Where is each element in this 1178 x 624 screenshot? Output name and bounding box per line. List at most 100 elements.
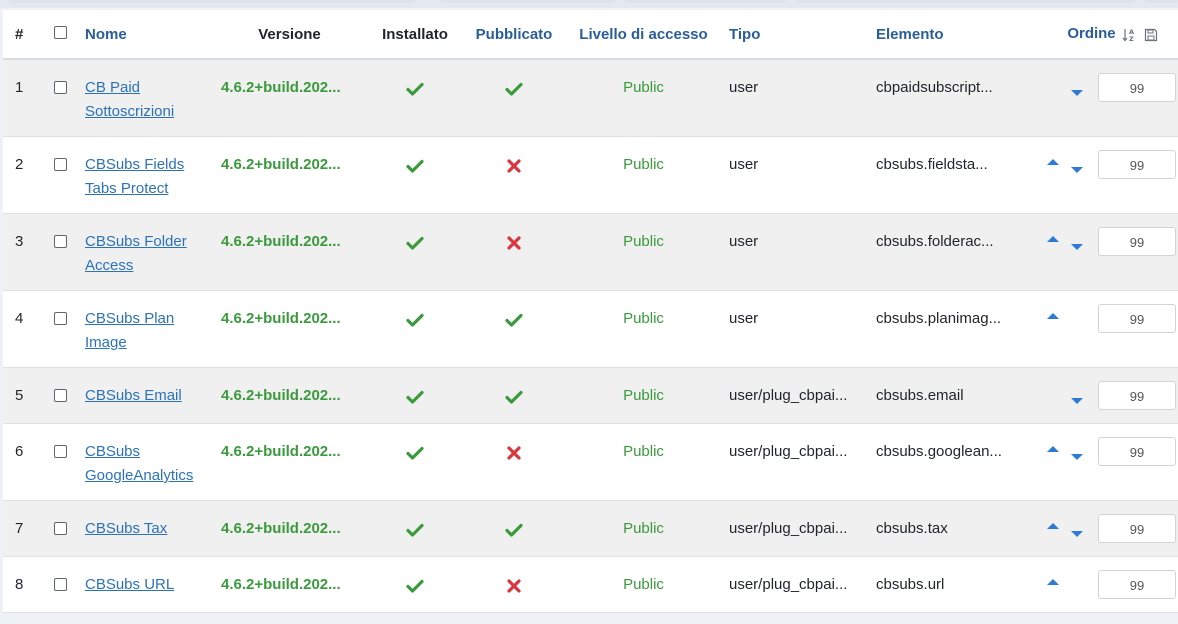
published-toggle[interactable] bbox=[470, 424, 558, 464]
sort-icon[interactable]: A Z bbox=[1122, 27, 1138, 43]
published-toggle[interactable] bbox=[470, 368, 558, 408]
order-input[interactable]: 99 bbox=[1098, 304, 1176, 333]
installed-status bbox=[360, 424, 470, 464]
row-number: 4 bbox=[15, 310, 24, 327]
move-down-icon[interactable] bbox=[1071, 531, 1083, 537]
top-toolbar-strip bbox=[0, 0, 1178, 8]
check-icon bbox=[406, 82, 424, 96]
plugin-type: user bbox=[729, 79, 759, 96]
row-checkbox[interactable] bbox=[54, 158, 67, 171]
check-icon bbox=[406, 523, 424, 537]
row-checkbox[interactable] bbox=[54, 445, 67, 458]
plugin-version: 4.6.2+build.202... bbox=[221, 576, 341, 593]
plugin-element: cbsubs.googlean... bbox=[876, 443, 1002, 460]
plugin-element: cbsubs.tax bbox=[876, 520, 948, 537]
plugins-table-panel: # Nome Versione Installato Pubblicato Li… bbox=[3, 10, 1178, 613]
installed-status bbox=[360, 137, 470, 177]
toolbar-tab bbox=[625, 0, 785, 3]
plugin-type: user/plug_cbpai... bbox=[729, 387, 848, 404]
plugin-name-link[interactable]: CB Paid Sottoscrizioni bbox=[85, 79, 174, 120]
col-header-version: Versione bbox=[219, 10, 360, 60]
published-toggle[interactable] bbox=[470, 557, 558, 597]
col-header-element[interactable]: Elemento bbox=[876, 10, 1023, 60]
published-check-icon[interactable] bbox=[504, 79, 524, 99]
row-checkbox[interactable] bbox=[54, 578, 67, 591]
unpublished-cross-icon[interactable] bbox=[504, 233, 524, 253]
row-checkbox[interactable] bbox=[54, 389, 67, 402]
row-checkbox[interactable] bbox=[54, 235, 67, 248]
plugins-table: # Nome Versione Installato Pubblicato Li… bbox=[3, 10, 1178, 613]
table-row: 4 CBSubs Plan Image 4.6.2+build.202... Publ… bbox=[3, 290, 1178, 368]
table-row: 8 CBSubs URL 4.6.2+build.202... Public user/… bbox=[3, 556, 1178, 613]
plugin-name-link[interactable]: CBSubs Plan Image bbox=[85, 310, 174, 351]
published-toggle[interactable] bbox=[470, 214, 558, 254]
order-input[interactable]: 99 bbox=[1098, 381, 1176, 410]
plugin-element: cbsubs.planimag... bbox=[876, 310, 1002, 327]
move-down-icon[interactable] bbox=[1071, 398, 1083, 404]
move-up-icon[interactable] bbox=[1047, 446, 1059, 452]
col-header-type[interactable]: Tipo bbox=[729, 10, 876, 60]
plugin-name-link[interactable]: CBSubs URL bbox=[85, 576, 174, 593]
row-checkbox[interactable] bbox=[54, 312, 67, 325]
move-up-icon[interactable] bbox=[1047, 579, 1059, 585]
published-toggle[interactable] bbox=[470, 60, 558, 100]
plugin-type: user/plug_cbpai... bbox=[729, 520, 848, 537]
unpublished-cross-icon[interactable] bbox=[504, 443, 524, 463]
col-header-access[interactable]: Livello di accesso bbox=[558, 10, 729, 60]
order-input[interactable]: 99 bbox=[1098, 514, 1176, 543]
plugin-name-link[interactable]: CBSubs Email bbox=[85, 387, 182, 404]
order-input[interactable]: 99 bbox=[1098, 227, 1176, 256]
plugin-name-link[interactable]: CBSubs Tax bbox=[85, 520, 167, 537]
published-toggle[interactable] bbox=[470, 291, 558, 331]
published-toggle[interactable] bbox=[470, 501, 558, 541]
col-header-select-all bbox=[37, 10, 85, 60]
col-header-published[interactable]: Pubblicato bbox=[470, 10, 558, 60]
order-input[interactable]: 99 bbox=[1098, 437, 1176, 466]
move-down-icon[interactable] bbox=[1071, 244, 1083, 250]
table-row: 6 CBSubs GoogleAnalytics 4.6.2+build.202..… bbox=[3, 423, 1178, 501]
row-number: 1 bbox=[15, 79, 24, 96]
move-down-icon[interactable] bbox=[1071, 90, 1083, 96]
plugin-name-link[interactable]: CBSubs Folder Access bbox=[85, 233, 187, 274]
unpublished-cross-icon[interactable] bbox=[504, 576, 524, 596]
col-header-order[interactable]: Ordine A Z bbox=[1023, 10, 1178, 60]
check-icon bbox=[406, 313, 424, 327]
move-up-icon[interactable] bbox=[1047, 523, 1059, 529]
move-up-icon[interactable] bbox=[1047, 313, 1059, 319]
order-input[interactable]: 99 bbox=[1098, 150, 1176, 179]
published-toggle[interactable] bbox=[470, 137, 558, 177]
toolbar-tab bbox=[440, 0, 615, 3]
plugin-version: 4.6.2+build.202... bbox=[221, 233, 341, 250]
move-up-icon[interactable] bbox=[1047, 159, 1059, 165]
table-row: 5 CBSubs Email 4.6.2+build.202... Public use… bbox=[3, 367, 1178, 424]
toolbar-tab bbox=[1145, 0, 1178, 3]
save-icon[interactable] bbox=[1144, 28, 1158, 42]
move-up-icon[interactable] bbox=[1047, 236, 1059, 242]
access-level: Public bbox=[623, 520, 664, 537]
published-check-icon[interactable] bbox=[504, 520, 524, 540]
plugin-version: 4.6.2+build.202... bbox=[221, 79, 341, 96]
select-all-checkbox[interactable] bbox=[54, 25, 67, 39]
plugin-version: 4.6.2+build.202... bbox=[221, 310, 341, 327]
published-check-icon[interactable] bbox=[504, 387, 524, 407]
plugin-name-link[interactable]: CBSubs GoogleAnalytics bbox=[85, 443, 193, 484]
row-checkbox[interactable] bbox=[54, 81, 67, 94]
table-header-row: # Nome Versione Installato Pubblicato Li… bbox=[3, 10, 1178, 60]
plugin-version: 4.6.2+build.202... bbox=[221, 443, 341, 460]
col-header-name[interactable]: Nome bbox=[85, 10, 219, 60]
plugin-version: 4.6.2+build.202... bbox=[221, 387, 341, 404]
access-level: Public bbox=[623, 233, 664, 250]
move-down-icon[interactable] bbox=[1071, 454, 1083, 460]
move-down-icon[interactable] bbox=[1071, 167, 1083, 173]
row-checkbox[interactable] bbox=[54, 522, 67, 535]
unpublished-cross-icon[interactable] bbox=[504, 156, 524, 176]
plugin-type: user bbox=[729, 233, 759, 250]
row-number: 7 bbox=[15, 520, 24, 537]
plugin-name-link[interactable]: CBSubs Fields Tabs Protect bbox=[85, 156, 184, 197]
check-icon bbox=[406, 159, 424, 173]
order-input[interactable]: 99 bbox=[1098, 73, 1176, 102]
published-check-icon[interactable] bbox=[504, 310, 524, 330]
svg-text:Z: Z bbox=[1129, 35, 1134, 43]
order-input[interactable]: 99 bbox=[1098, 570, 1176, 599]
plugin-type: user bbox=[729, 310, 759, 327]
